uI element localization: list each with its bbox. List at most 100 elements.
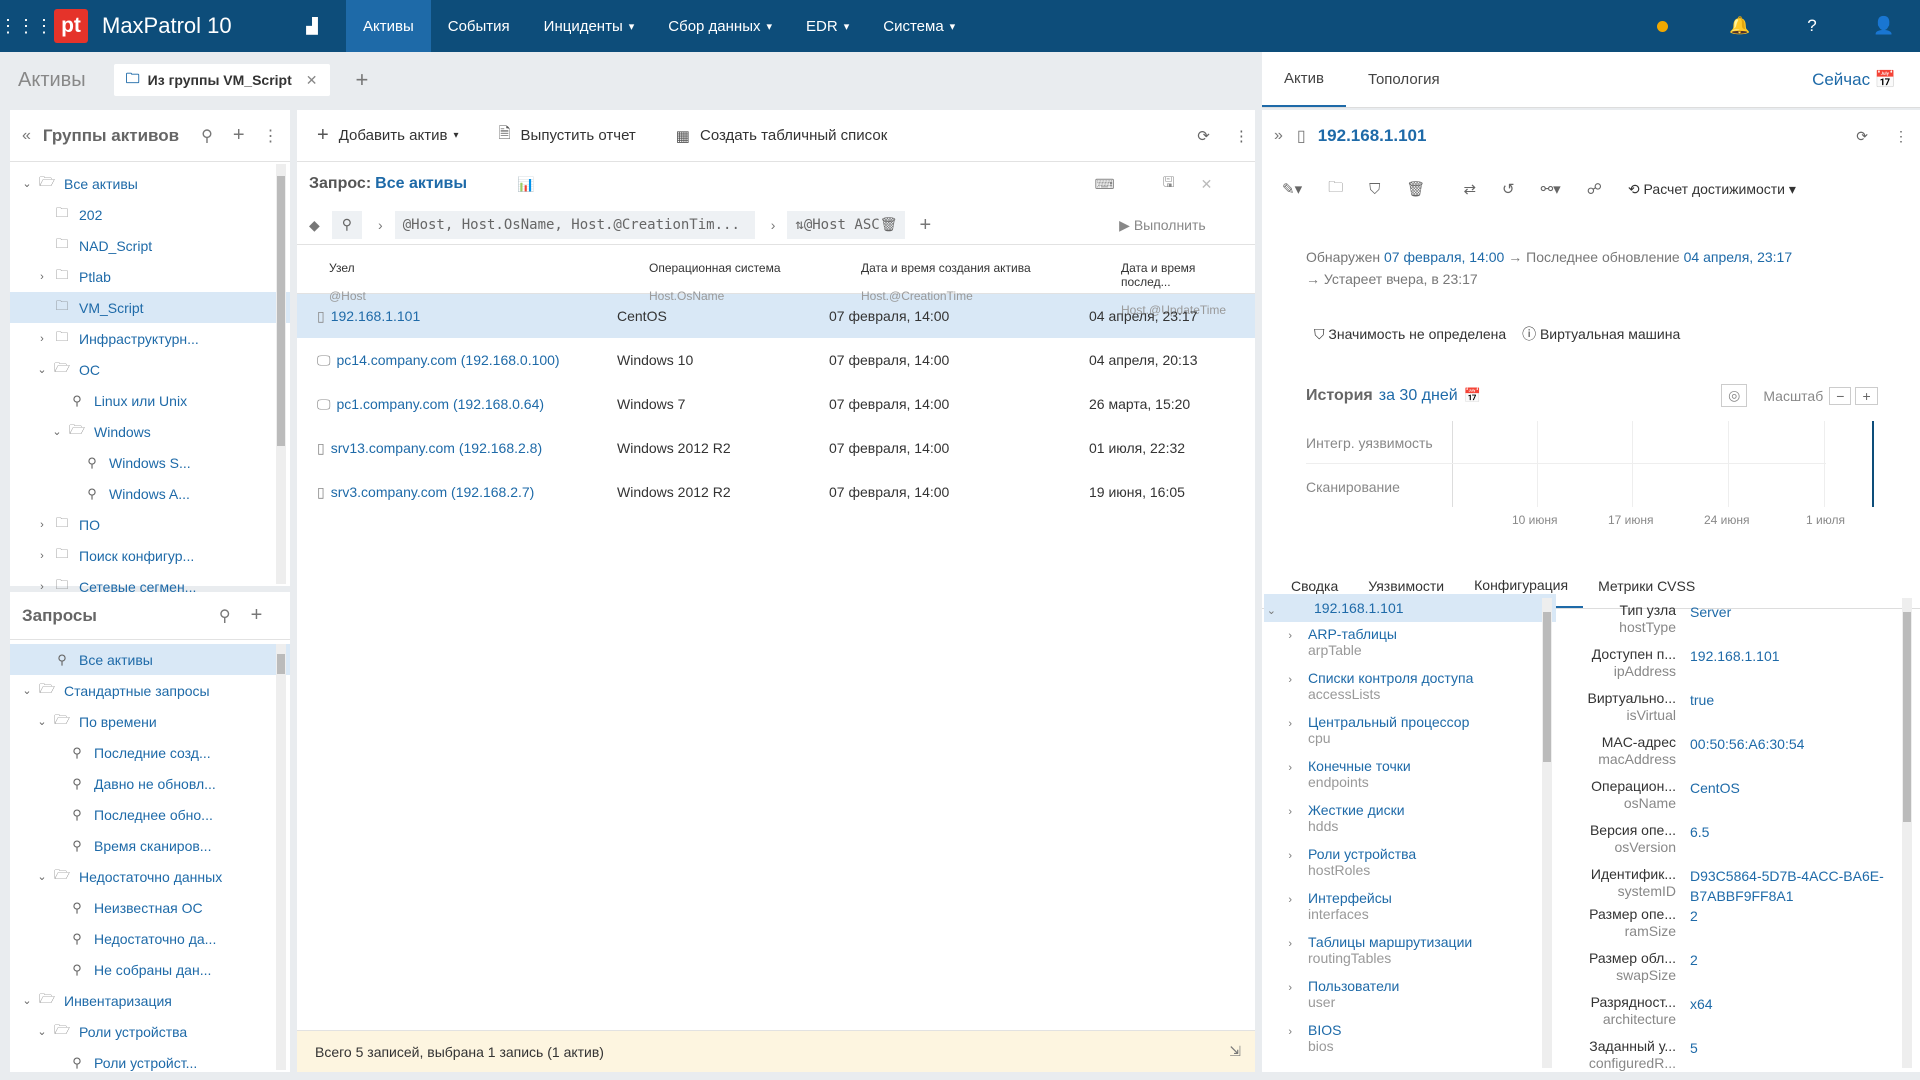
tree-item[interactable]: › 🗀 Инфраструктурн...: [10, 323, 290, 354]
dashboard-icon[interactable]: ▟: [292, 17, 332, 35]
tree-item[interactable]: 🗀 202: [10, 199, 290, 230]
query-value[interactable]: Все активы: [375, 175, 467, 193]
table-row[interactable]: ▯ srv13.company.com (192.168.2.8) Windows …: [297, 426, 1255, 470]
target-icon[interactable]: ◎: [1721, 384, 1748, 407]
select-expression[interactable]: @Host, Host.OsName, Host.@CreationTim...: [394, 211, 755, 239]
chevron-right-icon[interactable]: ›: [1264, 1022, 1308, 1038]
save-icon[interactable]: 🖫: [1163, 172, 1175, 196]
add-clause-icon[interactable]: +: [919, 214, 931, 237]
tree-item[interactable]: ⌄ 🗁 ОС: [10, 354, 290, 385]
report-button[interactable]: 🗎 Выпустить отчет: [498, 123, 635, 148]
edit-icon[interactable]: ✎▾: [1282, 180, 1302, 198]
host-cell[interactable]: 🖵 pc1.company.com (192.168.0.64): [297, 396, 617, 413]
status-dot-icon[interactable]: [1657, 20, 1668, 32]
help-icon[interactable]: ?: [1776, 16, 1848, 36]
chart-icon[interactable]: 📊: [517, 176, 534, 193]
config-node[interactable]: › Конечные точки endpoints: [1264, 754, 1556, 798]
run-button[interactable]: ▶ Выполнить: [1119, 217, 1206, 234]
property-value[interactable]: x64: [1690, 994, 1890, 1038]
nav-item[interactable]: Инциденты ▾: [527, 0, 652, 52]
swap-icon[interactable]: ⇄: [1463, 180, 1476, 198]
chevron-down-icon[interactable]: ⌄: [1264, 600, 1292, 617]
chevron-right-icon[interactable]: ›: [33, 550, 51, 562]
tree-item[interactable]: › 🗀 Ptlab: [10, 261, 290, 292]
add-asset-button[interactable]: + Добавить актив ▾: [317, 124, 458, 147]
tree-item[interactable]: 🗀 NAD_Script: [10, 230, 290, 261]
tree-item[interactable]: ⚲ Время сканиров...: [10, 830, 290, 861]
tree-item[interactable]: ⌄ 🗁 Недостаточно данных: [10, 861, 290, 892]
config-node[interactable]: › Списки контроля доступа accessLists: [1264, 666, 1556, 710]
tree-item[interactable]: ⚲ Windows A...: [10, 478, 290, 509]
chevron-down-icon[interactable]: ⌄: [48, 425, 66, 438]
nav-item[interactable]: Система ▾: [866, 0, 972, 52]
chevron-down-icon[interactable]: ⌄: [33, 363, 51, 376]
column-header[interactable]: Узел @Host: [297, 245, 617, 303]
calendar-icon[interactable]: 📅: [1464, 387, 1481, 404]
tree-item[interactable]: ⚲ Роли устройст...: [10, 1047, 290, 1078]
host-cell[interactable]: ▯ srv3.company.com (192.168.2.7): [297, 484, 617, 501]
config-node[interactable]: › Центральный процессор cpu: [1264, 710, 1556, 754]
collapse-icon[interactable]: «: [22, 127, 31, 145]
more-icon[interactable]: ⋮: [1234, 127, 1249, 145]
host-link[interactable]: srv13.company.com (192.168.2.8): [331, 440, 542, 456]
tree-item[interactable]: ⌄ 🗁 Роли устройства: [10, 1016, 290, 1047]
tree-item[interactable]: ⚲ Неизвестная ОС: [10, 892, 290, 923]
chevron-right-icon[interactable]: ›: [1264, 758, 1308, 774]
add-icon[interactable]: +: [233, 124, 245, 147]
host-link[interactable]: pc14.company.com (192.168.0.100): [337, 352, 560, 368]
column-header[interactable]: Дата и время создания актива Host.@Creati…: [829, 245, 1089, 303]
refresh-icon[interactable]: ⟳: [1856, 128, 1868, 145]
binoculars-icon[interactable]: ⚯▾: [1541, 180, 1561, 198]
chevron-down-icon[interactable]: ⌄: [33, 715, 51, 728]
search-icon[interactable]: ⚲: [219, 606, 231, 626]
nav-item[interactable]: Сбор данных ▾: [651, 0, 789, 52]
tree-item[interactable]: ⌄ 🗁 Все активы: [10, 168, 290, 199]
delete-icon[interactable]: 🗑: [1406, 180, 1425, 198]
diamond-icon[interactable]: ◆: [309, 217, 320, 234]
tree-item[interactable]: ⚲ Linux или Unix: [10, 385, 290, 416]
now-button[interactable]: Сейчас 📅: [1812, 70, 1896, 90]
zoom-in-button[interactable]: +: [1855, 386, 1878, 405]
table-row[interactable]: 🖵 pc1.company.com (192.168.0.64) Windows 7…: [297, 382, 1255, 426]
user-icon[interactable]: 👤: [1848, 16, 1920, 36]
refresh-icon[interactable]: ⟳: [1197, 127, 1210, 145]
tree-item[interactable]: ⚲ Последние созд...: [10, 737, 290, 768]
host-cell[interactable]: ▯ srv13.company.com (192.168.2.8): [297, 440, 617, 457]
export-icon[interactable]: ⇲: [1229, 1043, 1241, 1060]
host-cell[interactable]: ▯ 192.168.1.101: [297, 308, 617, 325]
config-node[interactable]: › Таблицы маршрутизации routingTables: [1264, 930, 1556, 974]
property-value[interactable]: 00:50:56:A6:30:54: [1690, 734, 1890, 778]
chevron-down-icon[interactable]: ⌄: [33, 1025, 51, 1038]
column-header[interactable]: Дата и время послед... Host.@UpdateTime: [1089, 245, 1229, 317]
chevron-down-icon[interactable]: ⌄: [18, 994, 36, 1007]
history-period[interactable]: за 30 дней: [1379, 387, 1458, 405]
tree-item[interactable]: ⌄ 🗁 Стандартные запросы: [10, 675, 290, 706]
tree-item[interactable]: ⚲ Не собраны дан...: [10, 954, 290, 985]
bell-icon[interactable]: 🔔: [1704, 16, 1776, 36]
property-value[interactable]: 6.5: [1690, 822, 1890, 866]
clear-icon[interactable]: ✕: [1201, 176, 1213, 193]
zoom-out-button[interactable]: −: [1829, 386, 1852, 405]
nav-item[interactable]: События: [431, 0, 527, 52]
config-node[interactable]: ⌄ 192.168.1.101: [1264, 594, 1556, 622]
config-node[interactable]: › Интерфейсы interfaces: [1264, 886, 1556, 930]
table-row[interactable]: ▯ srv3.company.com (192.168.2.7) Windows 2…: [297, 470, 1255, 514]
chevron-right-icon[interactable]: ›: [378, 217, 383, 233]
chevron-right-icon[interactable]: ›: [1264, 846, 1308, 862]
config-node[interactable]: › Роли устройства hostRoles: [1264, 842, 1556, 886]
chevron-right-icon[interactable]: ›: [1264, 934, 1308, 950]
config-node[interactable]: › BIOS bios: [1264, 1018, 1556, 1062]
tree-item[interactable]: ⚲ Недостаточно да...: [10, 923, 290, 954]
chevron-right-icon[interactable]: ›: [33, 333, 51, 345]
expand-icon[interactable]: »: [1274, 127, 1283, 145]
chevron-right-icon[interactable]: ›: [33, 271, 51, 283]
nav-item[interactable]: Активы: [346, 0, 431, 52]
tab-vm-script[interactable]: 🗀 Из группы VM_Script ✕: [113, 64, 330, 96]
history-icon[interactable]: ↺: [1502, 180, 1515, 198]
tree-item[interactable]: ⚲ Давно не обновл...: [10, 768, 290, 799]
tab-topology[interactable]: Топология: [1346, 52, 1462, 107]
add-tab-button[interactable]: +: [356, 67, 369, 93]
host-cell[interactable]: 🖵 pc14.company.com (192.168.0.100): [297, 352, 617, 369]
tree-item[interactable]: ⌄ 🗁 Инвентаризация: [10, 985, 290, 1016]
shield-icon[interactable]: ⛉: [1369, 181, 1380, 198]
